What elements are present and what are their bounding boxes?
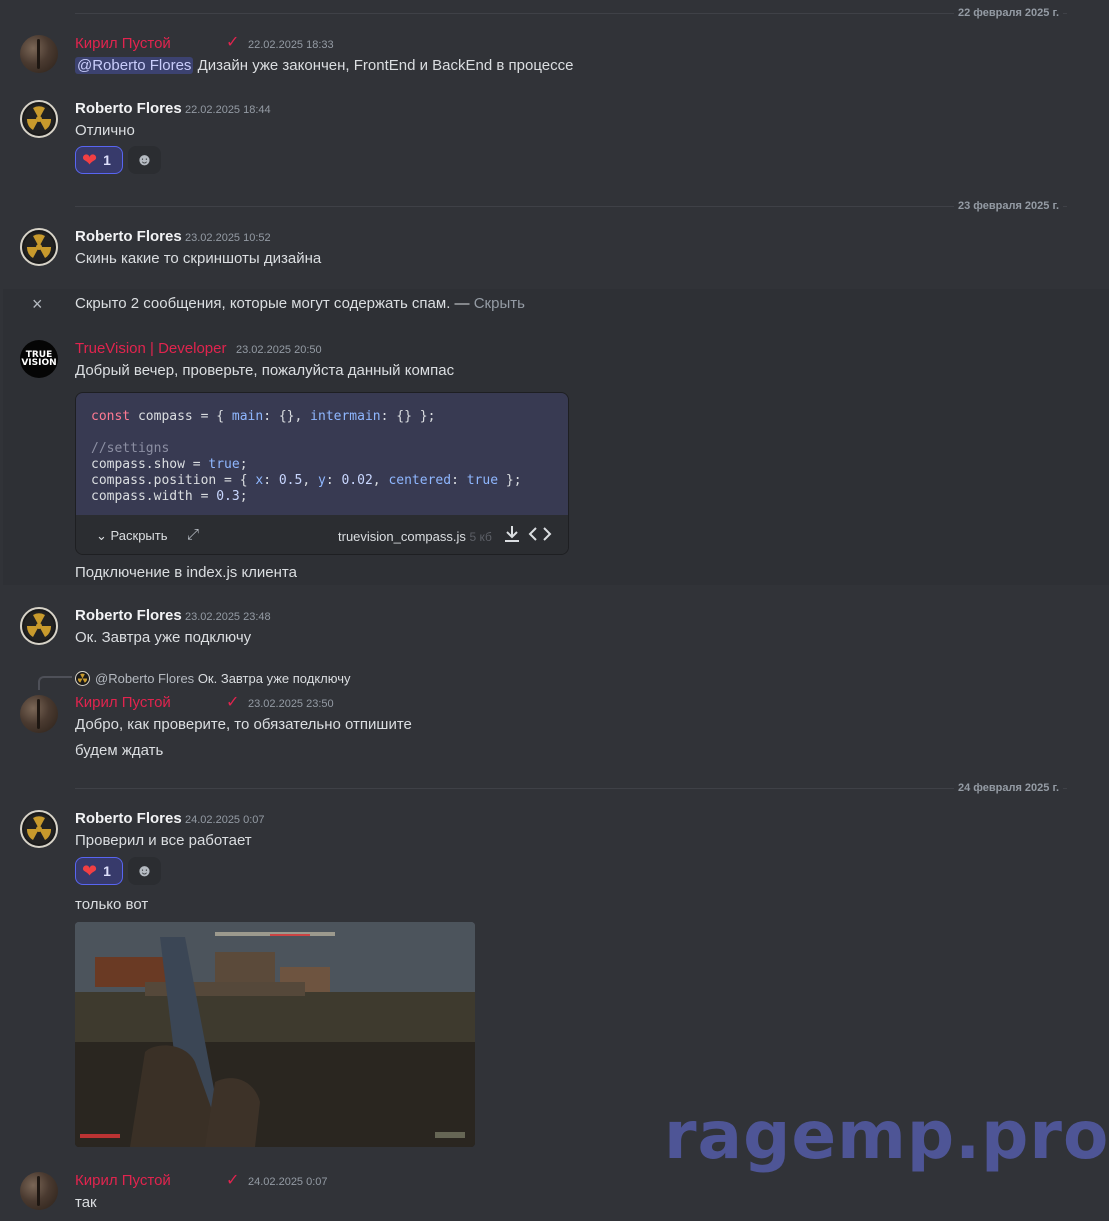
- code-line: //settigns: [91, 441, 170, 456]
- expand-button[interactable]: ⌄ Раскрыть: [96, 528, 168, 544]
- reply-preview[interactable]: @Roberto Flores Ок. Завтра уже подключу: [95, 669, 350, 689]
- code-attachment: const compass = { main: {}, intermain: {…: [75, 392, 569, 555]
- reaction-count: 1: [103, 152, 111, 168]
- username-roberto[interactable]: Roberto Flores: [75, 606, 182, 626]
- avatar[interactable]: [20, 607, 58, 645]
- close-icon[interactable]: ×: [32, 294, 43, 314]
- avatar[interactable]: TRUE VISION: [20, 340, 58, 378]
- reply-avatar[interactable]: [75, 671, 90, 686]
- avatar[interactable]: [20, 1172, 58, 1210]
- code-line: compass.show = true;: [91, 457, 248, 472]
- username-kiril[interactable]: Кирил Пустой: [75, 34, 171, 54]
- timestamp[interactable]: 23.02.2025 20:50: [236, 340, 322, 360]
- reaction-heart[interactable]: ❤ 1: [75, 146, 123, 174]
- game-screenshot: [75, 922, 475, 1147]
- date-label: 22 февраля 2025 г.: [953, 6, 1063, 20]
- image-attachment[interactable]: [75, 922, 475, 1147]
- username-kiril[interactable]: Кирил Пустой: [75, 693, 171, 713]
- message-text: Ок. Завтра уже подключу: [75, 629, 252, 646]
- code-line: const compass = { main: {}, intermain: {…: [91, 409, 436, 424]
- heart-icon: ❤: [82, 150, 98, 170]
- message-text: Отлично: [75, 122, 135, 139]
- hidden-notice-text: Скрыто 2 сообщения, которые могут содерж…: [75, 295, 474, 312]
- timestamp[interactable]: 23.02.2025 23:48: [185, 607, 271, 627]
- radiation-icon: [24, 611, 54, 641]
- verified-check-icon: ✓: [226, 34, 240, 51]
- timestamp[interactable]: 24.02.2025 0:07: [185, 810, 265, 830]
- message-text: только вот: [75, 896, 149, 913]
- add-reaction-button[interactable]: ☻: [128, 146, 161, 174]
- user-mention[interactable]: @Roberto Flores: [75, 57, 194, 74]
- truevision-logo: TRUE VISION: [21, 350, 57, 368]
- file-info: truevision_compass.js 5 кб: [338, 529, 492, 544]
- timestamp[interactable]: 22.02.2025 18:33: [248, 35, 334, 55]
- timestamp[interactable]: 22.02.2025 18:44: [185, 100, 271, 120]
- date-label: 23 февраля 2025 г.: [953, 199, 1063, 213]
- avatar[interactable]: [20, 100, 58, 138]
- avatar[interactable]: [20, 35, 58, 73]
- chevron-down-icon: ⌄: [96, 528, 107, 543]
- add-reaction-icon: ☻: [135, 861, 154, 880]
- add-reaction-icon: ☻: [135, 150, 154, 169]
- hide-link[interactable]: Скрыть: [474, 295, 525, 312]
- reaction-heart[interactable]: ❤ 1: [75, 857, 123, 885]
- message-text: Добро, как проверите, то обязательно отп…: [75, 716, 412, 733]
- username-kiril[interactable]: Кирил Пустой: [75, 1171, 171, 1191]
- hidden-messages-notice: Скрыто 2 сообщения, которые могут содерж…: [75, 294, 525, 314]
- radiation-icon: [24, 232, 54, 262]
- timestamp[interactable]: 23.02.2025 23:50: [248, 694, 334, 714]
- username-roberto[interactable]: Roberto Flores: [75, 809, 182, 829]
- message-text: будем ждать: [75, 742, 164, 759]
- add-reaction-button[interactable]: ☻: [128, 857, 161, 885]
- radiation-icon: [24, 104, 54, 134]
- avatar[interactable]: [20, 228, 58, 266]
- date-divider: [75, 788, 1067, 789]
- avatar[interactable]: [20, 695, 58, 733]
- watermark: ragemp.pro: [664, 1097, 1109, 1174]
- reply-text: Ок. Завтра уже подключу: [197, 671, 351, 686]
- code-footer: ⌄ Раскрыть ⤢ truevision_compass.js 5 кб: [76, 515, 568, 554]
- file-name[interactable]: truevision_compass.js: [338, 529, 466, 544]
- verified-check-icon: ✓: [226, 694, 240, 711]
- code-line: compass.position = { x: 0.5, y: 0.02, ce…: [91, 473, 522, 488]
- message-text: @Roberto Flores Дизайн уже закончен, Fro…: [75, 56, 573, 76]
- heart-icon: ❤: [82, 861, 98, 881]
- date-divider: [75, 206, 1067, 207]
- code-preview: const compass = { main: {}, intermain: {…: [76, 393, 568, 515]
- message-text: так: [75, 1194, 97, 1211]
- date-divider: [75, 13, 1067, 14]
- timestamp[interactable]: 24.02.2025 0:07: [248, 1172, 328, 1192]
- verified-check-icon: ✓: [226, 1172, 240, 1189]
- username-roberto[interactable]: Roberto Flores: [75, 99, 182, 119]
- expand-label: Раскрыть: [110, 528, 168, 543]
- message-text: Проверил и все работает: [75, 832, 252, 849]
- code-icon[interactable]: [528, 523, 552, 549]
- radiation-icon: [77, 673, 88, 683]
- reply-connector: [38, 676, 72, 690]
- message-text: Добрый вечер, проверьте, пожалуйста данн…: [75, 362, 455, 379]
- reply-mention: @Roberto Flores: [95, 671, 195, 686]
- reaction-count: 1: [103, 863, 111, 879]
- message-body: Дизайн уже закончен, FrontEnd и BackEnd …: [193, 57, 574, 74]
- expand-icon[interactable]: ⤢: [187, 526, 199, 543]
- username-truevision[interactable]: TrueVision | Developer: [75, 339, 226, 359]
- avatar[interactable]: [20, 810, 58, 848]
- message-text: Скинь какие то скриншоты дизайна: [75, 250, 322, 267]
- file-size: 5 кб: [469, 530, 492, 544]
- message-text: Подключение в index.js клиента: [75, 564, 297, 581]
- timestamp[interactable]: 23.02.2025 10:52: [185, 228, 271, 248]
- code-line: compass.width = 0.3;: [91, 489, 248, 504]
- username-roberto[interactable]: Roberto Flores: [75, 227, 182, 247]
- radiation-icon: [24, 814, 54, 844]
- date-label: 24 февраля 2025 г.: [953, 781, 1063, 795]
- download-icon[interactable]: [501, 523, 523, 549]
